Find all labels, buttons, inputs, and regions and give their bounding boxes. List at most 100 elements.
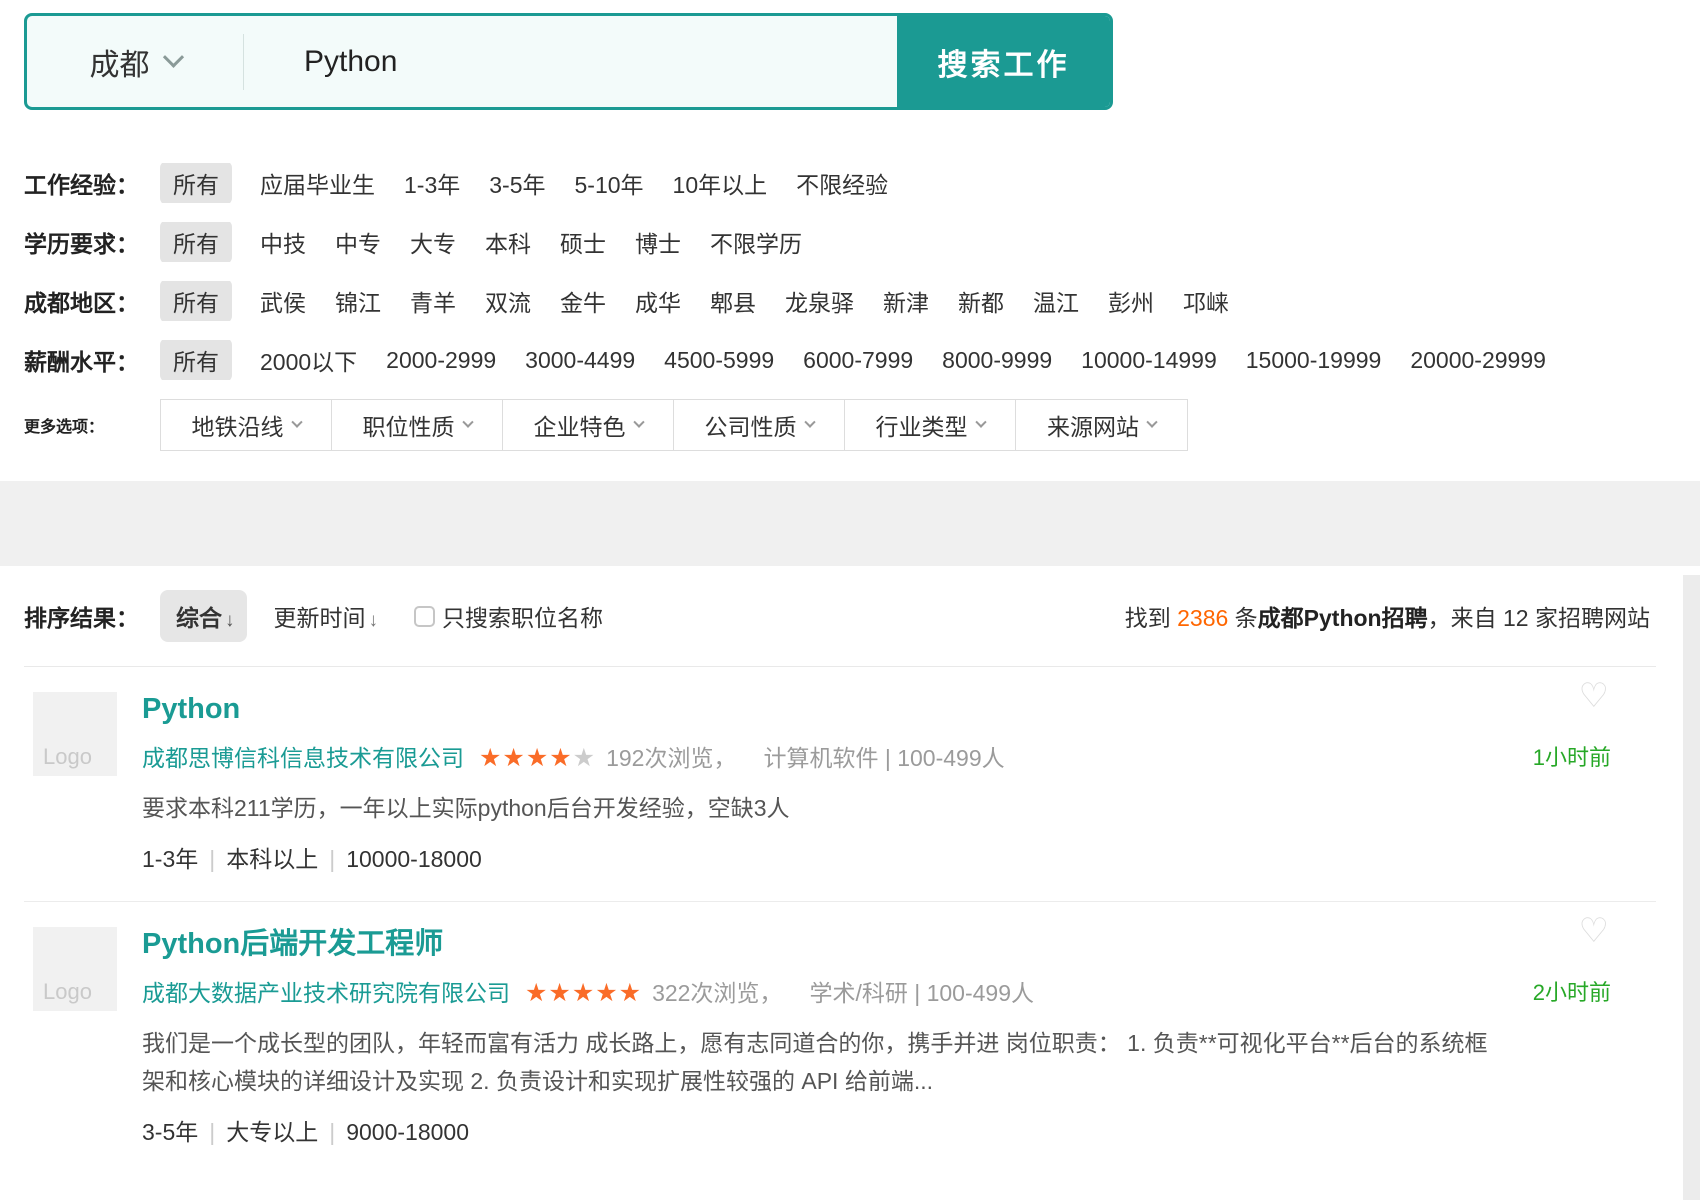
dropdown-company-feature[interactable]: 企业特色 — [503, 400, 674, 450]
stars-filled: ★★★★ — [479, 744, 573, 772]
filter-option-selected[interactable]: 所有 — [160, 281, 232, 321]
filter-option[interactable]: 硕士 — [560, 225, 606, 259]
filter-option[interactable]: 5-10年 — [575, 166, 644, 200]
chevron-down-icon — [1146, 417, 1157, 428]
filter-option[interactable]: 15000-19999 — [1246, 347, 1382, 374]
filter-option[interactable]: 新津 — [883, 284, 929, 318]
job-salary: 9000-18000 — [346, 1119, 469, 1145]
star-rating-icon: ★★★★★ — [525, 975, 642, 1011]
favorite-heart-icon[interactable]: ♡ — [1579, 679, 1609, 713]
job-title-link[interactable]: Python — [142, 688, 1611, 730]
title-only-checkbox[interactable] — [414, 606, 435, 627]
dropdown-company-nature[interactable]: 公司性质 — [674, 400, 845, 450]
filter-option[interactable]: 6000-7999 — [803, 347, 913, 374]
filter-option-selected[interactable]: 所有 — [160, 340, 232, 380]
filter-option[interactable]: 1-3年 — [404, 166, 460, 200]
filter-option[interactable]: 锦江 — [335, 284, 381, 318]
logo-text: Logo — [43, 744, 92, 770]
filter-option[interactable]: 2000-2999 — [386, 347, 496, 374]
chevron-down-icon — [804, 417, 815, 428]
filter-option-selected[interactable]: 所有 — [160, 163, 232, 203]
sort-option-update-time[interactable]: 更新时间↓ — [274, 599, 379, 633]
vertical-scrollbar[interactable] — [1683, 575, 1700, 1200]
filter-label: 工作经验： — [24, 166, 160, 200]
job-description: 要求本科211学历，一年以上实际python后台开发经验，空缺3人 — [142, 789, 1611, 827]
filter-option[interactable]: 应届毕业生 — [260, 166, 375, 200]
stars-empty: ★ — [573, 744, 596, 772]
section-separator-band — [0, 481, 1700, 566]
search-button[interactable]: 搜索工作 — [897, 16, 1110, 107]
sort-option-label: 综合 — [176, 605, 222, 631]
posted-time: 1小时前 — [1533, 740, 1611, 776]
filter-panel: 工作经验： 所有 应届毕业生 1-3年 3-5年 5-10年 10年以上 不限经… — [0, 163, 1700, 451]
dropdown-group: 地铁沿线 职位性质 企业特色 公司性质 行业类型 — [160, 399, 1188, 451]
dropdown-job-type[interactable]: 职位性质 — [332, 400, 503, 450]
job-card: Logo Python 成都思博信科信息技术有限公司 ★★★★★ 192次浏览，… — [24, 667, 1656, 902]
industry-size: 计算机软件 | 100-499人 — [763, 740, 1004, 776]
sort-bar: 排序结果： 综合↓ 更新时间↓ 只搜索职位名称 找到 2386 条成都Pytho… — [24, 566, 1656, 667]
result-count-text: 找到 2386 条成都Python招聘，来自 12 家招聘网站 — [1125, 599, 1650, 633]
filter-option[interactable]: 成华 — [635, 284, 681, 318]
job-body: Python后端开发工程师 成都大数据产业技术研究院有限公司 ★★★★★ 322… — [142, 923, 1611, 1147]
company-link[interactable]: 成都思博信科信息技术有限公司 — [142, 740, 464, 776]
chevron-down-icon — [162, 47, 183, 68]
filter-option[interactable]: 双流 — [485, 284, 531, 318]
filter-option[interactable]: 不限经验 — [796, 166, 888, 200]
filter-option[interactable]: 4500-5999 — [664, 347, 774, 374]
checkbox-label[interactable]: 只搜索职位名称 — [442, 599, 603, 633]
filter-row-experience: 工作经验： 所有 应届毕业生 1-3年 3-5年 5-10年 10年以上 不限经… — [24, 163, 1700, 203]
filter-option[interactable]: 8000-9999 — [942, 347, 1052, 374]
arrow-down-icon: ↓ — [369, 610, 379, 631]
filter-option[interactable]: 邛崃 — [1183, 284, 1229, 318]
company-link[interactable]: 成都大数据产业技术研究院有限公司 — [142, 975, 510, 1011]
dropdown-label: 公司性质 — [705, 408, 797, 442]
job-experience: 3-5年 — [142, 1119, 198, 1145]
job-education: 本科以上 — [226, 846, 318, 872]
filter-row-education: 学历要求： 所有 中技 中专 大专 本科 硕士 博士 不限学历 — [24, 222, 1700, 262]
filter-option[interactable]: 龙泉驿 — [785, 284, 854, 318]
filter-option[interactable]: 不限学历 — [710, 225, 802, 259]
filter-row-district: 成都地区： 所有 武侯 锦江 青羊 双流 金牛 成华 郫县 龙泉驿 新津 新都 … — [24, 281, 1700, 321]
meta-divider: | — [209, 846, 215, 872]
search-input[interactable] — [244, 16, 897, 107]
city-label: 成都 — [90, 40, 150, 84]
filter-option[interactable]: 彭州 — [1108, 284, 1154, 318]
dropdown-label: 企业特色 — [534, 408, 626, 442]
filter-option[interactable]: 10000-14999 — [1081, 347, 1217, 374]
dropdown-label: 行业类型 — [876, 408, 968, 442]
result-suffix: ，来自 12 家招聘网站 — [1428, 605, 1650, 631]
filter-option[interactable]: 金牛 — [560, 284, 606, 318]
dropdown-industry[interactable]: 行业类型 — [845, 400, 1016, 450]
filter-option[interactable]: 20000-29999 — [1410, 347, 1546, 374]
job-title-link[interactable]: Python后端开发工程师 — [142, 923, 1611, 965]
filter-option[interactable]: 本科 — [485, 225, 531, 259]
filter-option[interactable]: 3-5年 — [489, 166, 545, 200]
filter-option[interactable]: 博士 — [635, 225, 681, 259]
sort-option-label: 更新时间 — [274, 605, 366, 631]
sort-option-comprehensive[interactable]: 综合↓ — [160, 590, 247, 642]
job-search-bar: 成都 搜索工作 — [24, 13, 1113, 110]
filter-option[interactable]: 新都 — [958, 284, 1004, 318]
filter-option[interactable]: 青羊 — [410, 284, 456, 318]
filter-option[interactable]: 武侯 — [260, 284, 306, 318]
filter-option[interactable]: 2000以下 — [260, 343, 357, 377]
favorite-heart-icon[interactable]: ♡ — [1579, 914, 1609, 948]
city-selector[interactable]: 成都 — [27, 16, 243, 107]
filter-label: 学历要求： — [24, 225, 160, 259]
filter-option-selected[interactable]: 所有 — [160, 222, 232, 262]
chevron-down-icon — [975, 417, 986, 428]
job-description: 我们是一个成长型的团队，年轻而富有活力 成长路上，愿有志同道合的你，携手并进 岗… — [142, 1024, 1611, 1100]
filter-option[interactable]: 10年以上 — [673, 166, 768, 200]
filter-option[interactable]: 温江 — [1033, 284, 1079, 318]
filter-option[interactable]: 大专 — [410, 225, 456, 259]
filter-option[interactable]: 3000-4499 — [525, 347, 635, 374]
filter-option[interactable]: 郫县 — [710, 284, 756, 318]
dropdown-label: 地铁沿线 — [192, 408, 284, 442]
arrow-down-icon: ↓ — [225, 610, 235, 631]
result-unit: 条 — [1228, 605, 1257, 631]
filter-option[interactable]: 中专 — [335, 225, 381, 259]
dropdown-metro-line[interactable]: 地铁沿线 — [161, 400, 332, 450]
dropdown-source-site[interactable]: 来源网站 — [1016, 400, 1187, 450]
filter-option[interactable]: 中技 — [260, 225, 306, 259]
job-education: 大专以上 — [226, 1119, 318, 1145]
